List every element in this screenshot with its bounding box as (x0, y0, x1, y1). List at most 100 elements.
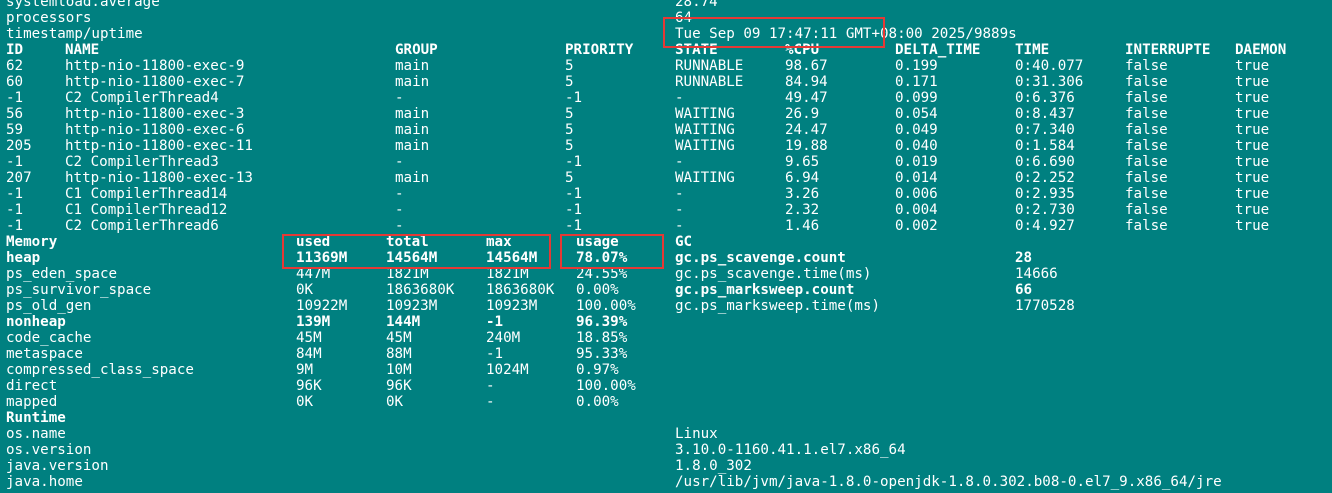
thread-delta-time: 0.014 (895, 170, 938, 186)
thread-daemon: true (1235, 186, 1270, 202)
thread-daemon: true (1235, 122, 1270, 138)
thread-state: WAITING (675, 122, 735, 138)
runtime-body: os.name Linux os.version 3.10.0-1160.41.1.e… (0, 426, 1332, 490)
table-row: -1 C2 CompilerThread6 - -1 - 1.46 0.002 0:4.927… (0, 218, 1332, 234)
table-row: 60 http-nio-11800-exec-7 main 5 RUNNABLE 84.9… (0, 74, 1332, 90)
memory-name: ps_old_gen (6, 298, 92, 314)
thread-name: C1 CompilerThread12 (65, 202, 228, 218)
thread-group: main (395, 138, 430, 154)
memory-total: 10M (386, 362, 412, 378)
thread-delta-time: 0.199 (895, 58, 938, 74)
col-header-usage: usage (576, 234, 619, 250)
runtime-label: java.version (6, 458, 109, 474)
thread-state: - (675, 186, 684, 202)
memory-usage: 78.07% (576, 250, 628, 266)
col-header-daemon: DAEMON (1235, 42, 1287, 58)
thread-id: -1 (6, 90, 24, 106)
table-row: ps_old_gen 10922M 10923M 10923M 100.00% gc.ps… (0, 298, 1332, 314)
runtime-header: Runtime (0, 410, 1332, 426)
top-value: 64 (675, 10, 693, 26)
thread-name: C2 CompilerThread6 (65, 218, 219, 234)
thread-delta-time: 0.099 (895, 90, 938, 106)
memory-usage: 0.00% (576, 282, 619, 298)
thread-priority: 5 (565, 170, 574, 186)
runtime-section-title: Runtime (6, 410, 66, 426)
thread-table-header: ID NAME GROUP PRIORITY STATE %CPU DELTA_… (0, 42, 1332, 58)
gc-value: 14666 (1015, 266, 1058, 282)
table-row: 62 http-nio-11800-exec-9 main 5 RUNNABLE 98.6… (0, 58, 1332, 74)
table-row: 56 http-nio-11800-exec-3 main 5 WAITING 26.9 0… (0, 106, 1332, 122)
gc-label: gc.ps_scavenge.time(ms) (675, 266, 872, 282)
thread-id: -1 (6, 154, 24, 170)
col-header-max: max (486, 234, 512, 250)
thread-id: -1 (6, 186, 24, 202)
memory-usage: 96.39% (576, 314, 628, 330)
gc-label: gc.ps_marksweep.time(ms) (675, 298, 880, 314)
thread-priority: -1 (565, 154, 583, 170)
table-row: os.name Linux (0, 426, 1332, 442)
thread-name: C2 CompilerThread4 (65, 90, 219, 106)
thread-time: 0:40.077 (1015, 58, 1084, 74)
table-row: os.version 3.10.0-1160.41.1.el7.x86_64 (0, 442, 1332, 458)
memory-max: 1863680K (486, 282, 555, 298)
memory-name: direct (6, 378, 58, 394)
thread-state: - (675, 90, 684, 106)
col-header-id: ID (6, 42, 24, 58)
thread-state: WAITING (675, 106, 735, 122)
memory-used: 84M (296, 346, 322, 362)
memory-name: metaspace (6, 346, 83, 362)
thread-interrupted: false (1125, 106, 1168, 122)
gc-value: 66 (1015, 282, 1033, 298)
thread-time: 0:4.927 (1015, 218, 1075, 234)
memory-name: ps_eden_space (6, 266, 118, 282)
memory-max: 10923M (486, 298, 538, 314)
memory-total: 1863680K (386, 282, 455, 298)
thread-priority: 5 (565, 106, 574, 122)
thread-time: 0:2.252 (1015, 170, 1075, 186)
table-row: metaspace 84M 88M -1 95.33% (0, 346, 1332, 362)
thread-state: - (675, 202, 684, 218)
thread-cpu: 84.94 (785, 74, 828, 90)
memory-name: compressed_class_space (6, 362, 194, 378)
col-header-state: STATE (675, 42, 718, 58)
table-row: mapped 0K 0K - 0.00% (0, 394, 1332, 410)
memory-max: -1 (486, 314, 504, 330)
thread-group: main (395, 58, 430, 74)
col-header-time: TIME (1015, 42, 1050, 58)
memory-total: 0K (386, 394, 404, 410)
table-row: java.home/usr/lib/jvm/java-1.8.0-openjdk… (0, 474, 1332, 490)
gc-label: gc.ps_scavenge.count (675, 250, 846, 266)
thread-daemon: true (1235, 218, 1270, 234)
timestamp-value: Tue Sep 09 17:47:11 GMT+08:00 2025/9889s (675, 26, 1017, 42)
thread-time: 0:2.730 (1015, 202, 1075, 218)
thread-cpu: 1.46 (785, 218, 820, 234)
thread-group: - (395, 186, 404, 202)
thread-delta-time: 0.002 (895, 218, 938, 234)
thread-state: RUNNABLE (675, 74, 744, 90)
thread-delta-time: 0.019 (895, 154, 938, 170)
thread-group: main (395, 106, 430, 122)
gc-section-title: GC (675, 234, 693, 250)
memory-used: 0K (296, 394, 314, 410)
thread-priority: 5 (565, 122, 574, 138)
thread-name: http-nio-11800-exec-9 (65, 58, 245, 74)
memory-section-title: Memory (6, 234, 58, 250)
thread-name: http-nio-11800-exec-13 (65, 170, 253, 186)
top-row-processors: processors 64 (0, 10, 1332, 26)
thread-interrupted: false (1125, 58, 1168, 74)
memory-used: 447M (296, 266, 331, 282)
memory-name: mapped (6, 394, 58, 410)
memory-usage: 100.00% (576, 298, 636, 314)
memory-table-body: heap 11369M 14564M 14564M 78.07% gc.ps_scaven… (0, 250, 1332, 410)
thread-time: 0:7.340 (1015, 122, 1075, 138)
table-row: compressed_class_space 9M 10M 1024M 0.97% (0, 362, 1332, 378)
thread-group: - (395, 218, 404, 234)
thread-priority: -1 (565, 218, 583, 234)
thread-name: http-nio-11800-exec-3 (65, 106, 245, 122)
thread-group: - (395, 154, 404, 170)
memory-usage: 24.55% (576, 266, 628, 282)
memory-name: code_cache (6, 330, 92, 346)
runtime-value: /usr/lib/jvm/java-1.8.0-openjdk-1.8.0.30… (675, 474, 1222, 490)
memory-max: 1024M (486, 362, 529, 378)
col-header-group: GROUP (395, 42, 438, 58)
